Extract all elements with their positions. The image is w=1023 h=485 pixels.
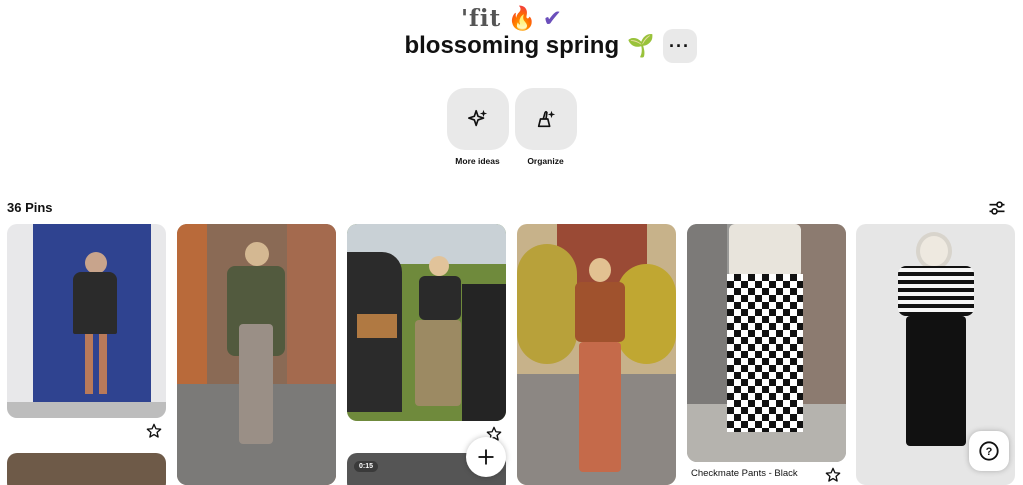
board-title: blossoming spring — [404, 32, 620, 59]
check-emoji-icon: ✔ — [542, 5, 562, 31]
pin-title[interactable]: Checkmate Pants - Black — [691, 468, 798, 479]
pin-image[interactable] — [517, 224, 676, 485]
board-title-row: blossoming spring 🌱 ··· — [0, 29, 1023, 63]
board-emoji-line: 'fit 🔥 ✔ — [0, 4, 1023, 32]
pin-image[interactable] — [177, 224, 336, 485]
pin-image[interactable] — [347, 224, 506, 421]
star-icon[interactable] — [146, 423, 162, 439]
organize-action[interactable]: Organize — [514, 88, 577, 166]
plus-icon — [478, 449, 494, 465]
more-options-icon: ··· — [669, 35, 691, 56]
more-ideas-button[interactable] — [446, 88, 509, 150]
board-more-options-button[interactable]: ··· — [662, 29, 697, 63]
help-button[interactable]: ? — [969, 431, 1009, 471]
sparkles-icon — [467, 109, 487, 127]
pins-count: 36 Pins — [7, 200, 53, 215]
fire-emoji-icon: 🔥 — [507, 5, 537, 31]
pin-image[interactable] — [7, 453, 166, 485]
add-pin-button[interactable] — [466, 437, 506, 477]
star-icon[interactable] — [825, 467, 841, 483]
organize-label: Organize — [527, 156, 564, 166]
filter-sliders-icon[interactable] — [987, 198, 1007, 218]
pin-image[interactable] — [7, 224, 166, 418]
more-ideas-label: More ideas — [455, 156, 500, 166]
board-actions: More ideas Organize — [0, 88, 1023, 166]
organize-button[interactable] — [514, 88, 577, 150]
board-emoji-text: 'fit — [461, 5, 502, 32]
video-duration-badge: 0:15 — [354, 461, 379, 472]
more-ideas-action[interactable]: More ideas — [446, 88, 509, 166]
help-question-icon: ? — [979, 441, 999, 461]
pin-image[interactable] — [687, 224, 846, 462]
broom-icon — [537, 110, 555, 128]
svg-text:?: ? — [986, 446, 993, 458]
sprout-emoji-icon: 🌱 — [627, 33, 655, 58]
